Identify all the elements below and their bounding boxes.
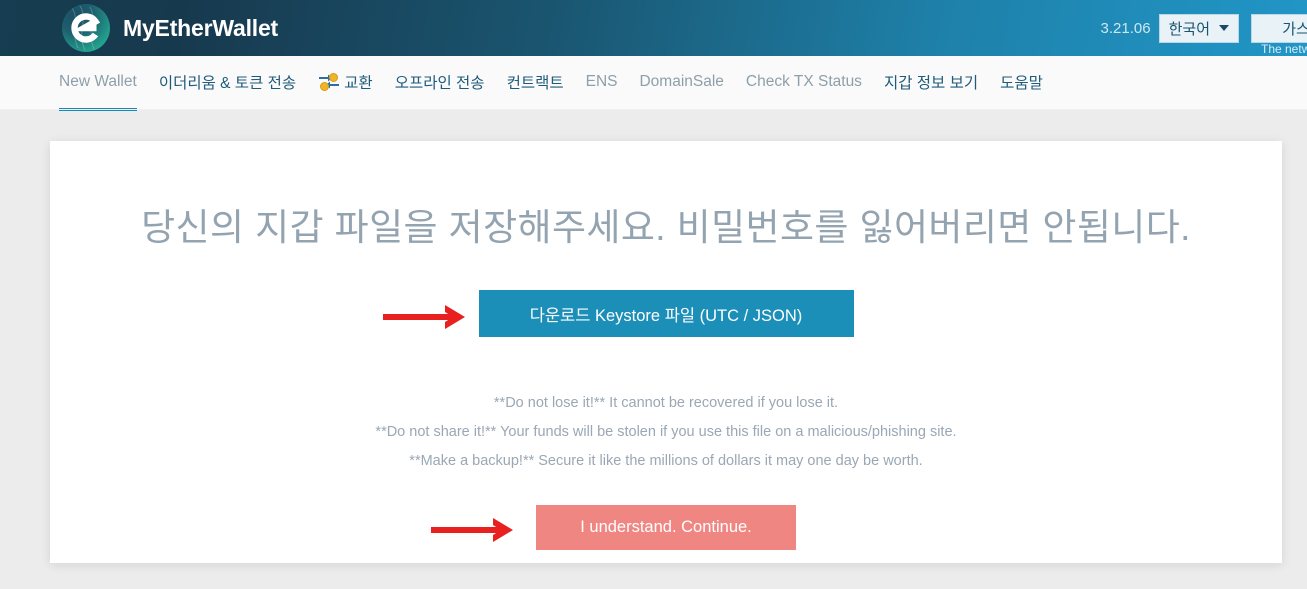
download-keystore-button[interactable]: 다운로드 Keystore 파일 (UTC / JSON)	[478, 290, 854, 337]
content-card: 당신의 지갑 파일을 저장해주세요. 비밀번호를 잃어버리면 안됩니다. 다운로…	[50, 141, 1282, 563]
warning-messages: **Do not lose it!** It cannot be recover…	[50, 389, 1282, 476]
nav-item-ens[interactable]: ENS	[586, 73, 618, 94]
language-select-value: 한국어	[1168, 20, 1210, 38]
arrow-to-continue-button	[431, 516, 523, 549]
nav-item-label: 지갑 정보 보기	[883, 74, 979, 92]
gas-button[interactable]: 가스	[1251, 13, 1307, 43]
gas-control-group: 가스 The netw	[1251, 0, 1307, 56]
nav-item-label: 교환	[344, 74, 373, 92]
nav-item-send-ether-tokens[interactable]: 이더리움 & 토큰 전송	[159, 71, 296, 96]
swap-coins-icon	[318, 72, 340, 91]
i-understand-continue-button[interactable]: I understand. Continue.	[536, 505, 796, 550]
nav-item-label: Check TX Status	[745, 72, 862, 90]
header-right-controls: 3.21.06 한국어 가스 The netw	[1101, 0, 1307, 56]
nav-item-new-wallet[interactable]: New Wallet	[59, 72, 137, 111]
network-note: The netw	[1261, 42, 1307, 56]
nav-item-label: New Wallet	[59, 72, 137, 90]
nav-item-label: 컨트랙트	[506, 74, 564, 92]
arrow-to-download-button	[383, 303, 475, 336]
nav-item-label: DomainSale	[639, 72, 724, 90]
warning-line: **Do not lose it!** It cannot be recover…	[493, 395, 839, 411]
nav-item-offline-transaction[interactable]: 오프라인 전송	[395, 71, 485, 96]
nav-item-contracts[interactable]: 컨트랙트	[507, 71, 564, 96]
nav-item-help[interactable]: 도움말	[1000, 71, 1043, 96]
version-label: 3.21.06	[1100, 19, 1151, 37]
nav-item-swap[interactable]: 교환	[318, 71, 373, 96]
nav-item-domainsale[interactable]: DomainSale	[639, 73, 723, 94]
nav-item-label: 도움말	[1000, 74, 1043, 92]
nav-item-view-wallet-info[interactable]: 지갑 정보 보기	[884, 71, 978, 96]
chevron-down-icon	[1219, 25, 1229, 31]
brand-name: MyEtherWallet	[123, 14, 279, 41]
nav-item-label: 이더리움 & 토큰 전송	[158, 74, 297, 92]
nav-item-label: ENS	[585, 72, 618, 90]
main-navigation: New Wallet 이더리움 & 토큰 전송 교환 오프라인 전송 컨트랙트 …	[0, 56, 1307, 111]
nav-item-label: 오프라인 전송	[394, 74, 485, 92]
page-title: 당신의 지갑 파일을 저장해주세요. 비밀번호를 잃어버리면 안됩니다.	[141, 207, 1191, 248]
language-select[interactable]: 한국어	[1158, 13, 1239, 43]
brand: MyEtherWallet	[62, 4, 278, 52]
download-row: 다운로드 Keystore 파일 (UTC / JSON)	[50, 290, 1282, 337]
nav-item-check-tx-status[interactable]: Check TX Status	[746, 73, 862, 94]
warning-line: **Make a backup!** Secure it like the mi…	[409, 453, 923, 469]
mew-logo-icon	[62, 4, 110, 52]
warning-line: **Do not share it!** Your funds will be …	[375, 424, 957, 440]
app-header: MyEtherWallet 3.21.06 한국어 가스 The netw	[0, 0, 1307, 56]
continue-row: I understand. Continue.	[50, 505, 1282, 550]
